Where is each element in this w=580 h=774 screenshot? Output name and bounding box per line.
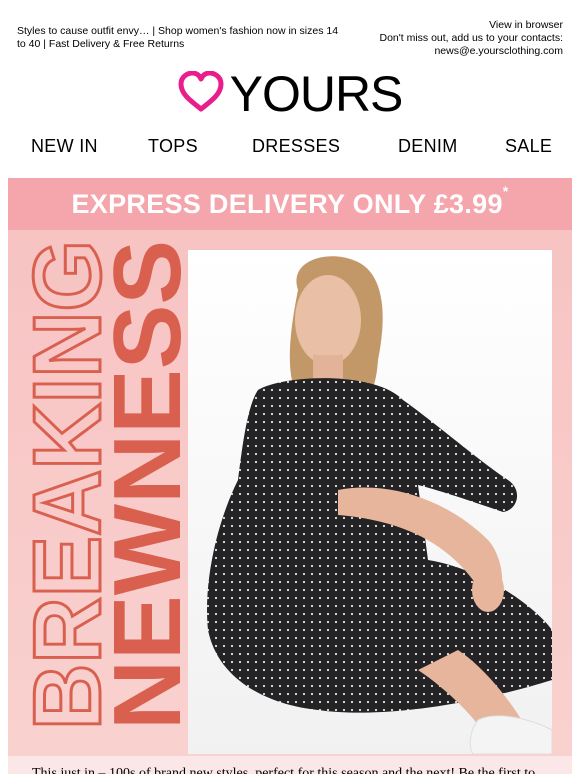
- view-in-browser-link[interactable]: View in browser: [489, 19, 563, 31]
- intro-copy-text: This just in – 100s of brand new styles,…: [32, 766, 536, 774]
- nav-item-dresses[interactable]: DRESSES: [252, 136, 340, 157]
- add-contacts-text: Don't miss out, add us to your contacts:: [379, 32, 563, 44]
- banner-asterisk: *: [502, 182, 509, 199]
- model-illustration: [188, 250, 552, 754]
- email-header-bar: Styles to cause outfit envy… | Shop wome…: [0, 0, 580, 62]
- hero-section[interactable]: BREAKING NEWNESS: [8, 230, 572, 774]
- brand-logo[interactable]: YOURS: [0, 62, 580, 126]
- preheader-text: Styles to cause outfit envy… | Shop wome…: [17, 25, 339, 50]
- model-photo[interactable]: [188, 250, 552, 754]
- banner-text: EXPRESS DELIVERY ONLY £3.99: [71, 188, 503, 219]
- hero-headline: BREAKING NEWNESS: [13, 239, 199, 732]
- heart-icon: [178, 70, 224, 118]
- headline-newness: NEWNESS: [94, 240, 198, 730]
- nav-item-denim[interactable]: DENIM: [398, 136, 458, 157]
- main-nav: NEW IN TOPS DRESSES DENIM SALE: [0, 126, 580, 171]
- nav-item-sale[interactable]: SALE: [505, 136, 552, 157]
- nav-item-tops[interactable]: TOPS: [148, 136, 198, 157]
- express-delivery-banner[interactable]: EXPRESS DELIVERY ONLY £3.99*: [8, 178, 572, 230]
- nav-item-new-in[interactable]: NEW IN: [31, 136, 98, 157]
- intro-copy: This just in – 100s of brand new styles,…: [8, 756, 572, 774]
- brand-name: YOURS: [229, 66, 404, 122]
- contact-email-link[interactable]: news@e.yoursclothing.com: [434, 45, 563, 57]
- header-links: View in browser Don't miss out, add us t…: [379, 19, 563, 58]
